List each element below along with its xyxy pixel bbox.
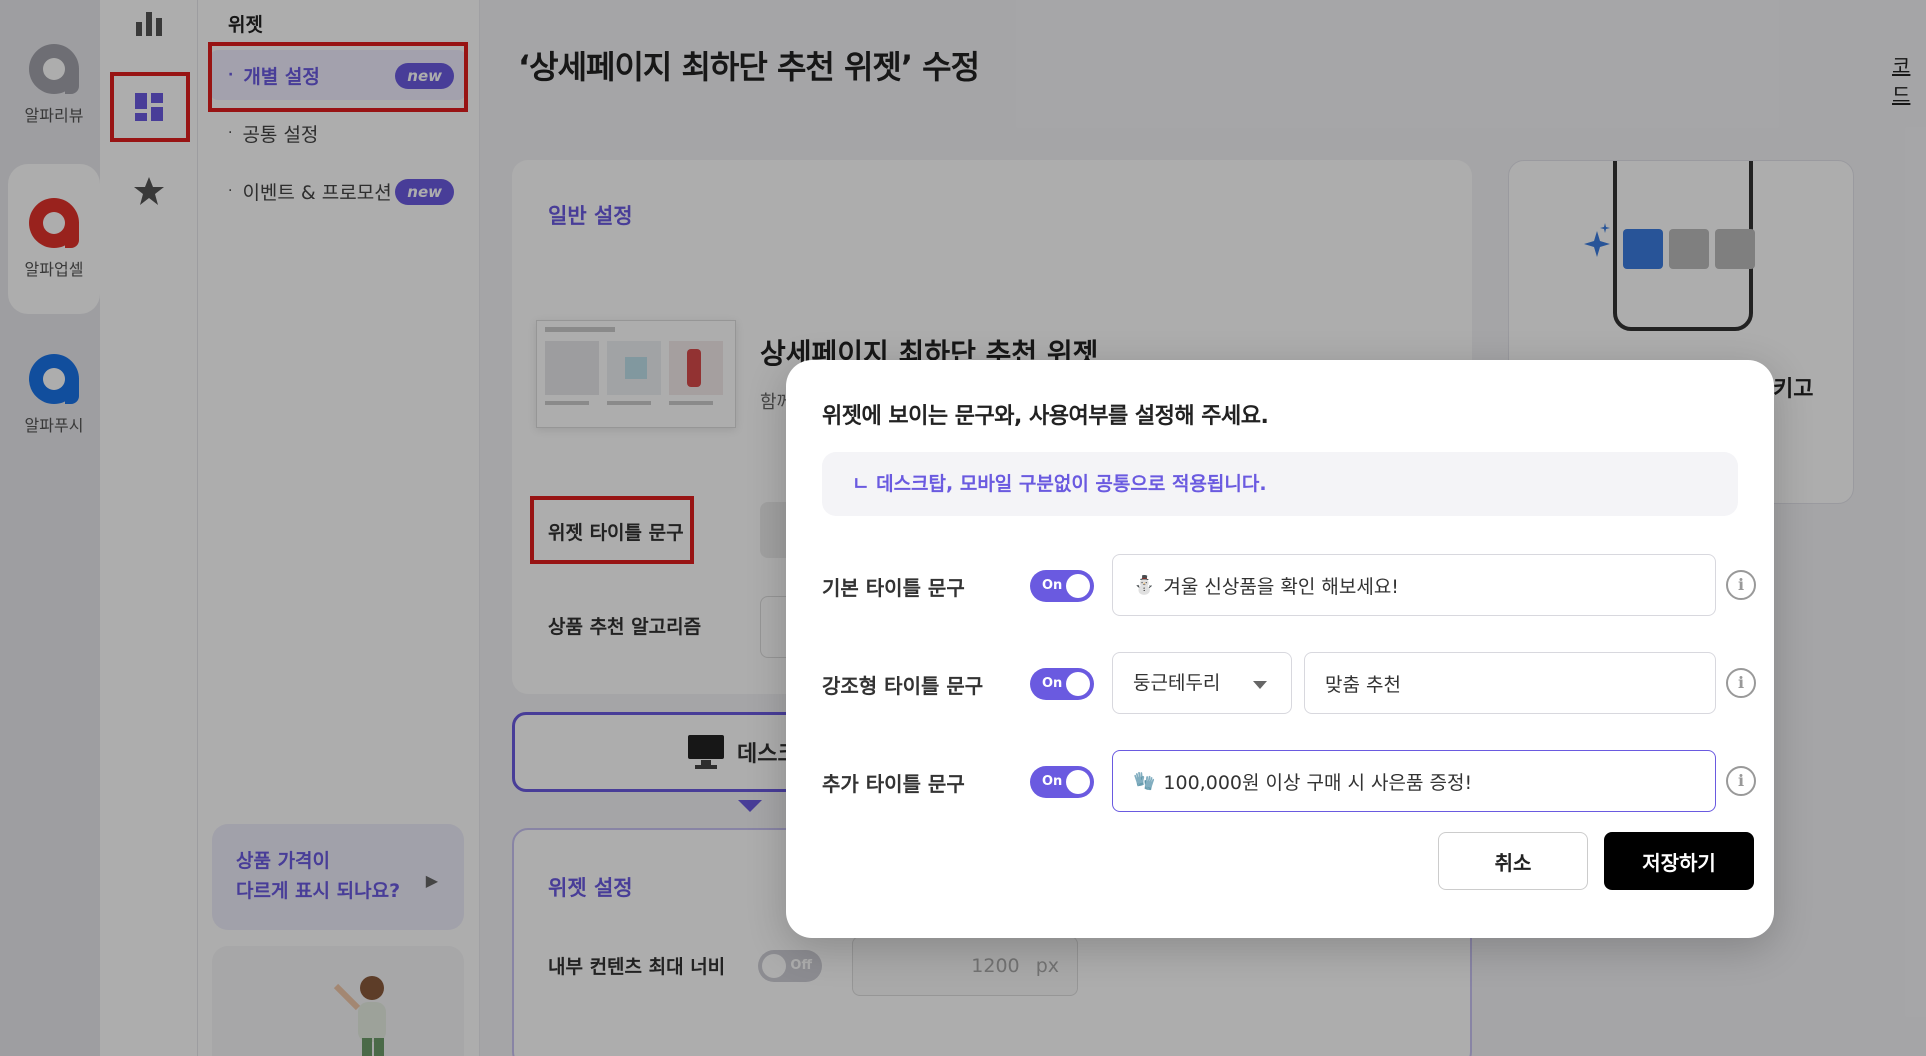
extra-title-toggle[interactable]: On [1030, 766, 1094, 798]
emphasis-style-select[interactable]: 둥근테두리 [1112, 652, 1292, 714]
snowman-icon: ⛄ [1133, 574, 1156, 596]
info-icon[interactable]: i [1726, 668, 1756, 698]
title-settings-modal: 위젯에 보이는 문구와, 사용여부를 설정해 주세요. ㄴ 데스크탑, 모바일 … [786, 360, 1774, 938]
emphasis-title-input[interactable]: 맞춤 추천 [1304, 652, 1716, 714]
info-icon[interactable]: i [1726, 570, 1756, 600]
extra-title-input[interactable]: 🧤 100,000원 이상 구매 시 사은품 증정! [1112, 750, 1716, 812]
modal-notice: ㄴ 데스크탑, 모바일 구분없이 공통으로 적용됩니다. [822, 452, 1738, 516]
glove-icon: 🧤 [1133, 770, 1156, 792]
toggle-state: On [1042, 578, 1063, 593]
chevron-down-icon [1253, 681, 1267, 689]
extra-title-label: 추가 타이틀 문구 [822, 772, 965, 796]
cancel-button[interactable]: 취소 [1438, 832, 1588, 890]
toggle-state: On [1042, 774, 1063, 789]
basic-title-value: 겨울 신상품을 확인 해보세요! [1163, 575, 1399, 598]
modal-title: 위젯에 보이는 문구와, 사용여부를 설정해 주세요. [822, 404, 1269, 429]
info-icon[interactable]: i [1726, 766, 1756, 796]
extra-title-value: 100,000원 이상 구매 시 사은품 증정! [1163, 771, 1473, 794]
emphasis-style-value: 둥근테두리 [1133, 672, 1221, 694]
emphasis-title-label: 강조형 타이틀 문구 [822, 674, 984, 698]
toggle-state: On [1042, 676, 1063, 691]
emphasis-title-value: 맞춤 추천 [1325, 673, 1401, 696]
emphasis-title-toggle[interactable]: On [1030, 668, 1094, 700]
basic-title-toggle[interactable]: On [1030, 570, 1094, 602]
save-button[interactable]: 저장하기 [1604, 832, 1754, 890]
basic-title-label: 기본 타이틀 문구 [822, 576, 965, 600]
basic-title-input[interactable]: ⛄ 겨울 신상품을 확인 해보세요! [1112, 554, 1716, 616]
